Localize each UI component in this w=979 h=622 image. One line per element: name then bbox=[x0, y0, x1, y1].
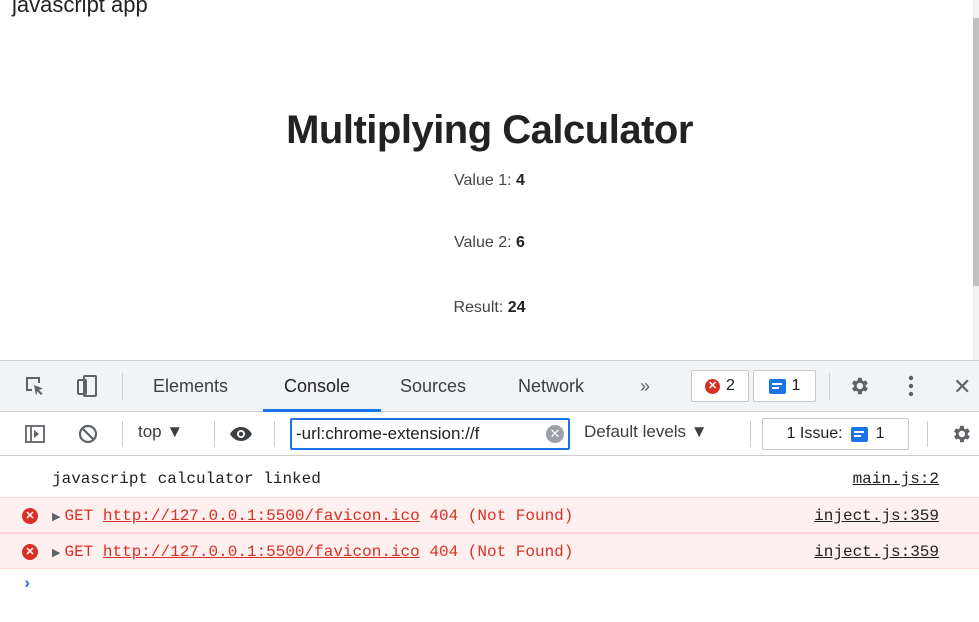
error-status: 404 (Not Found) bbox=[429, 543, 574, 561]
console-toolbar: top ▼ ✕ Default levels ▼ 1 Issue: 1 bbox=[0, 412, 979, 456]
clipped-header-text: javascript app bbox=[12, 0, 148, 17]
error-count: 2 bbox=[726, 377, 735, 394]
console-log-row: javascript calculator linked main.js:2 bbox=[0, 461, 979, 497]
error-icon: ✕ bbox=[22, 544, 38, 560]
page-scrollbar[interactable] bbox=[973, 0, 979, 360]
console-settings-gear-icon[interactable] bbox=[948, 421, 974, 447]
close-devtools-icon[interactable]: ✕ bbox=[953, 361, 971, 412]
toolbar-divider-4 bbox=[750, 421, 751, 447]
console-error-row[interactable]: ✕ ▶ GET http://127.0.0.1:5500/favicon.ico… bbox=[0, 497, 979, 533]
error-icon: ✕ bbox=[705, 378, 721, 394]
issues-label: 1 Issue: bbox=[786, 425, 843, 442]
console-output: javascript calculator linked main.js:2 ✕… bbox=[0, 457, 979, 622]
console-filter[interactable]: ✕ bbox=[290, 418, 570, 450]
toolbar-divider-5 bbox=[927, 421, 928, 447]
error-source-link[interactable]: inject.js:359 bbox=[814, 543, 939, 561]
console-error-row[interactable]: ✕ ▶ GET http://127.0.0.1:5500/favicon.ico… bbox=[0, 533, 979, 569]
value2-label: Value 2: bbox=[454, 234, 512, 251]
tabbar-divider-2 bbox=[829, 373, 830, 400]
issues-count: 1 bbox=[875, 425, 885, 442]
error-method: GET bbox=[64, 507, 94, 525]
expand-triangle-icon[interactable]: ▶ bbox=[52, 548, 60, 560]
error-source-link[interactable]: inject.js:359 bbox=[814, 507, 939, 525]
issues-message-icon bbox=[850, 426, 868, 442]
value1-label: Value 1: bbox=[454, 172, 512, 189]
result-value: 24 bbox=[507, 299, 526, 316]
live-expression-eye-icon[interactable] bbox=[228, 421, 254, 447]
value1-value: 4 bbox=[516, 172, 525, 189]
error-url-link[interactable]: http://127.0.0.1:5500/favicon.ico bbox=[103, 507, 420, 525]
tab-console[interactable]: Console bbox=[284, 361, 350, 412]
error-count-badge[interactable]: ✕ 2 bbox=[691, 370, 749, 402]
value1-line: Value 1: 4 bbox=[0, 172, 979, 190]
message-icon bbox=[768, 378, 786, 394]
filter-input[interactable] bbox=[292, 420, 542, 448]
page-title: Multiplying Calculator bbox=[286, 108, 693, 152]
tabbar-divider bbox=[122, 373, 123, 400]
tab-network[interactable]: Network bbox=[518, 361, 584, 412]
inspect-element-icon[interactable] bbox=[22, 373, 48, 399]
toolbar-divider bbox=[122, 421, 123, 447]
context-selector[interactable]: top ▼ bbox=[138, 422, 183, 442]
result-line: Result: 24 bbox=[0, 299, 979, 317]
message-count: 1 bbox=[791, 377, 801, 394]
show-sidebar-icon[interactable] bbox=[22, 421, 48, 447]
clear-console-icon[interactable] bbox=[75, 421, 101, 447]
log-source-link[interactable]: main.js:2 bbox=[853, 470, 939, 488]
error-method: GET bbox=[64, 543, 94, 561]
device-toolbar-icon[interactable] bbox=[74, 373, 100, 399]
error-status: 404 (Not Found) bbox=[429, 507, 574, 525]
page-viewport: javascript app Multiplying Calculator Va… bbox=[0, 0, 979, 360]
page-scrollbar-thumb[interactable] bbox=[973, 18, 979, 286]
more-tabs-icon[interactable]: » bbox=[640, 361, 650, 412]
devtools-tabbar: Elements Console Sources Network » ✕ 2 1… bbox=[0, 361, 979, 412]
toolbar-divider-2 bbox=[214, 421, 215, 447]
error-message: ▶ GET http://127.0.0.1:5500/favicon.ico 4… bbox=[52, 507, 573, 525]
devtools-panel: Elements Console Sources Network » ✕ 2 1… bbox=[0, 360, 979, 622]
message-count-badge[interactable]: 1 bbox=[753, 370, 816, 402]
log-message: javascript calculator linked bbox=[52, 470, 321, 488]
error-url-link[interactable]: http://127.0.0.1:5500/favicon.ico bbox=[103, 543, 420, 561]
tab-sources[interactable]: Sources bbox=[400, 361, 466, 412]
value2-line: Value 2: 6 bbox=[0, 234, 979, 252]
result-label: Result: bbox=[453, 299, 504, 316]
expand-triangle-icon[interactable]: ▶ bbox=[52, 512, 60, 524]
more-options-icon[interactable] bbox=[898, 373, 924, 399]
clear-filter-icon[interactable]: ✕ bbox=[546, 425, 564, 443]
log-levels-dropdown[interactable]: Default levels ▼ bbox=[584, 422, 708, 442]
value2-value: 6 bbox=[516, 234, 525, 251]
console-prompt[interactable]: › bbox=[22, 575, 32, 594]
error-icon: ✕ bbox=[22, 508, 38, 524]
tab-elements[interactable]: Elements bbox=[153, 361, 228, 412]
issues-button[interactable]: 1 Issue: 1 bbox=[762, 418, 909, 450]
toolbar-divider-3 bbox=[274, 421, 275, 447]
settings-gear-icon[interactable] bbox=[846, 373, 872, 399]
error-message: ▶ GET http://127.0.0.1:5500/favicon.ico 4… bbox=[52, 543, 573, 561]
